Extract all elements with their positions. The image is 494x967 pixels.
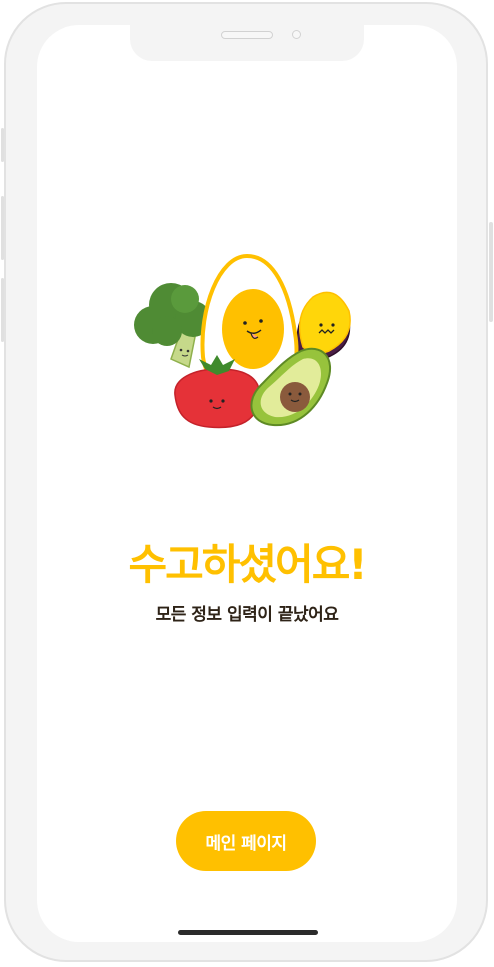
phone-side-button-left-1 (1, 128, 4, 162)
front-camera (292, 30, 301, 39)
phone-side-button-right (489, 222, 493, 322)
phone-side-button-left-2 (1, 196, 4, 260)
completion-subtitle: 모든 정보 입력이 끝났어요 (155, 605, 339, 625)
home-indicator[interactable] (178, 930, 318, 935)
phone-side-button-left-3 (1, 278, 4, 342)
main-page-button[interactable]: 메인 페이지 (176, 811, 316, 871)
completion-title: 수고하셨어요! (128, 540, 368, 589)
vegetable-friends-illustration (134, 253, 351, 429)
app-screen: 수고하셨어요! 모든 정보 입력이 끝났어요 메인 페이지 (37, 25, 457, 942)
speaker-grille (221, 31, 273, 39)
broccoli-icon (134, 283, 211, 369)
phone-notch (130, 25, 364, 61)
